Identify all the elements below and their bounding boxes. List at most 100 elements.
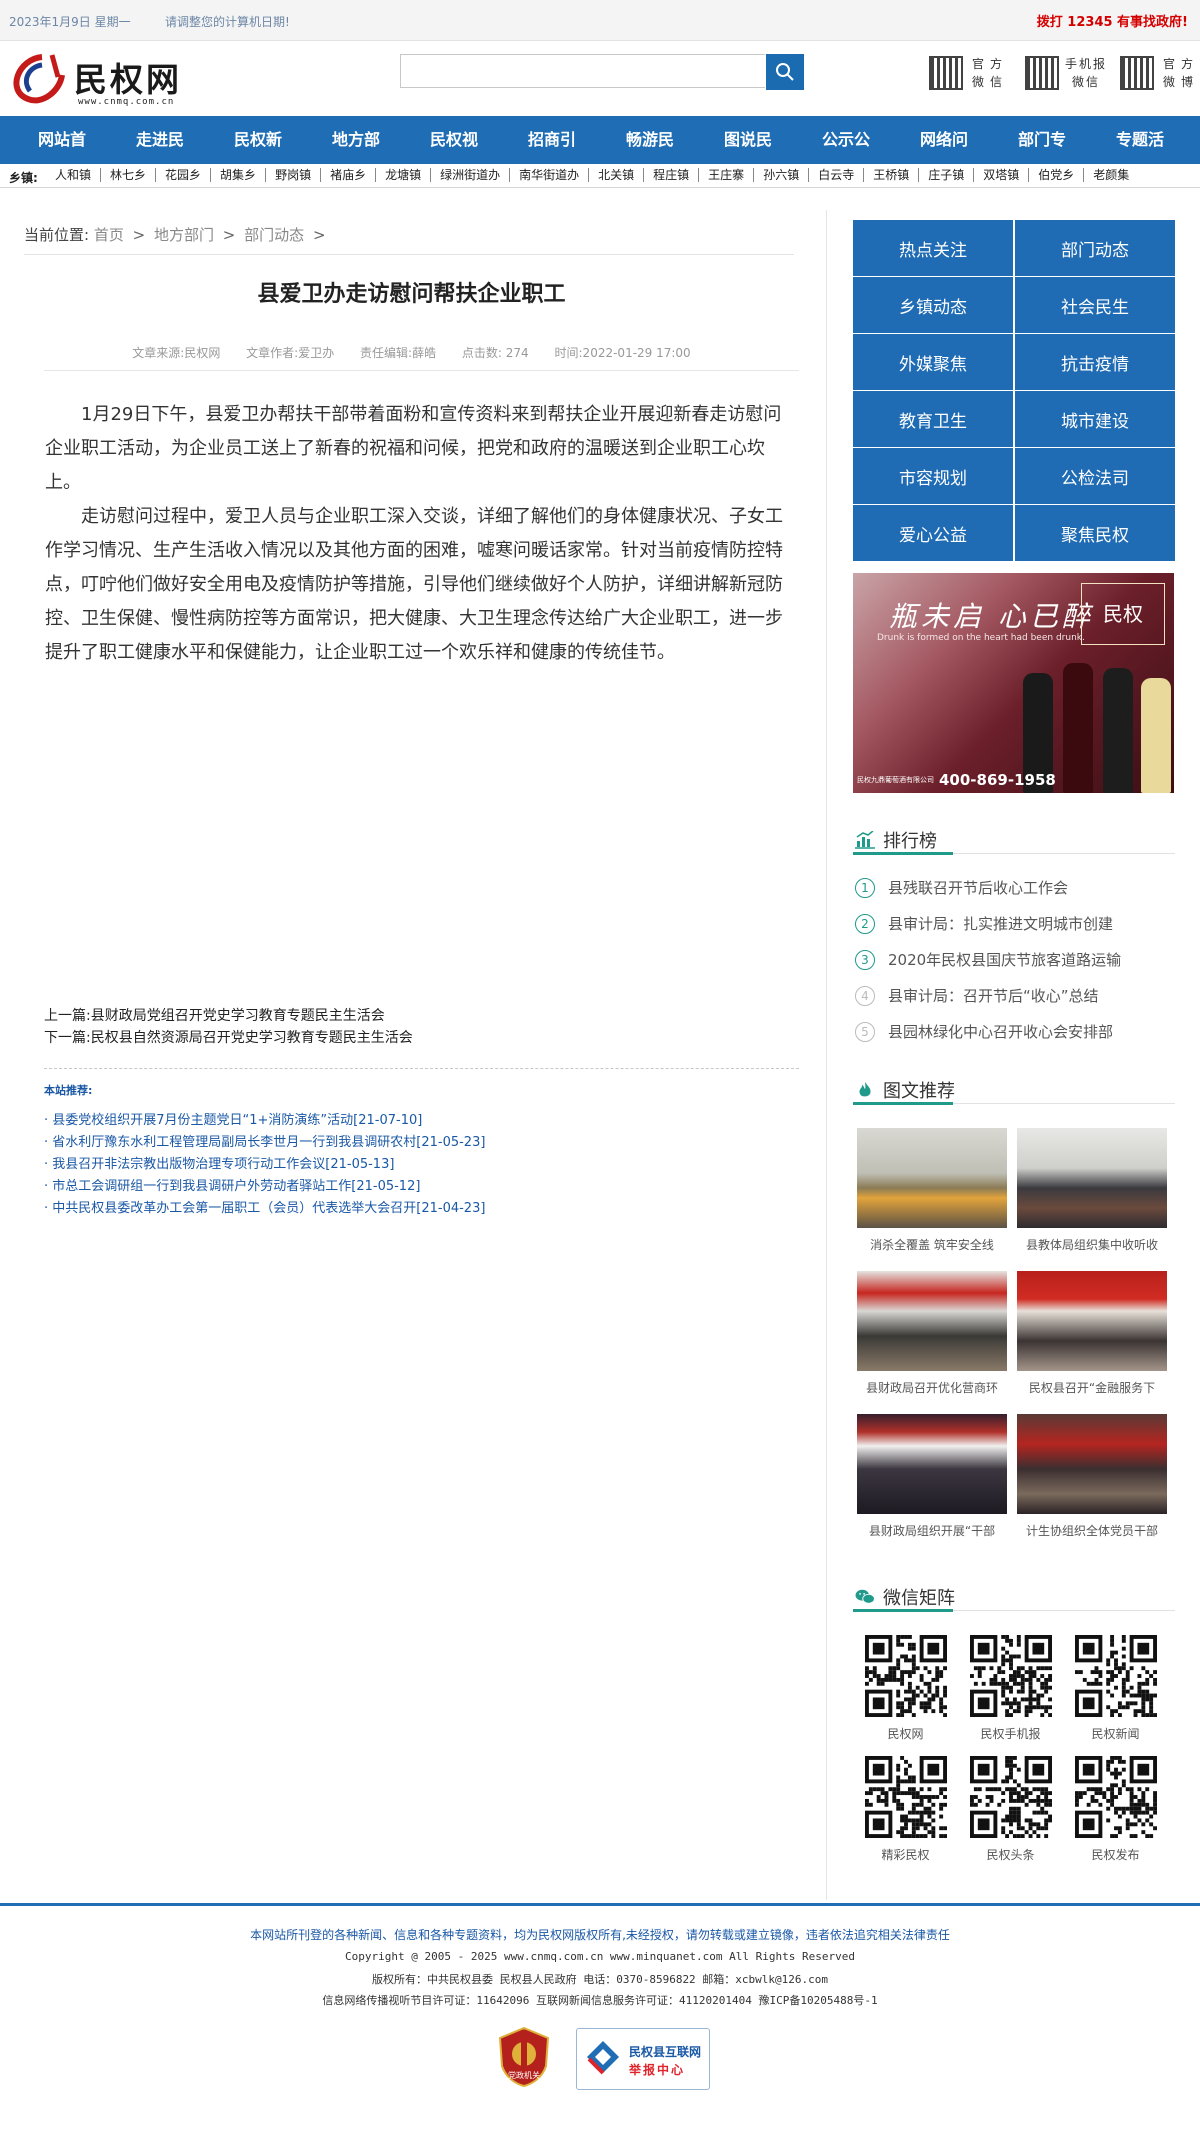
logo-text: 民权网 [74,60,182,99]
official-weibo-link[interactable]: 官方微博 [1120,54,1200,94]
photo-card[interactable]: 民权县召开“金融服务下 [1017,1271,1167,1396]
party-gov-badge[interactable]: 党政机关 [496,2026,552,2088]
next-article[interactable]: 下一篇:民权县自然资源局召开党史学习教育专题民主生活会 [44,1027,799,1049]
breadcrumb-dept-news[interactable]: 部门动态 [244,226,304,244]
town-link[interactable]: 王桥镇 [864,168,920,182]
wechat-account[interactable]: 民权发布 [1063,1756,1168,1863]
rank-item[interactable]: 2 县审计局：扎实推进文明城市创建 [853,906,1175,942]
rank-item[interactable]: 3 2020年民权县国庆节旅客道路运输 [853,942,1175,978]
prev-article-title[interactable]: 县财政局党组召开党史学习教育专题民主生活会 [91,1008,385,1024]
category-dept-news[interactable]: 部门动态 [1015,220,1175,276]
category-city-building[interactable]: 城市建设 [1015,391,1175,447]
category-focus[interactable]: 聚焦民权 [1015,505,1175,561]
wine-ad-banner[interactable]: 瓶未启 心已醉 Drunk is formed on the heart had… [853,573,1174,793]
nav-item-travel[interactable]: 畅游民权 [612,116,703,197]
wechat-account[interactable]: 民权网 [853,1635,958,1742]
rank-item[interactable]: 5 县园林绿化中心召开收心会安排部 [853,1014,1175,1050]
town-link[interactable]: 南华街道办 [510,168,590,182]
nav-item-home[interactable]: 网站首页 [24,116,115,197]
rank-text: 县园林绿化中心召开收心会安排部 [888,1023,1114,1041]
report-center-badge[interactable]: 民权县互联网 举报中心 [576,2028,710,2090]
photo-card[interactable]: 消杀全覆盖 筑牢安全线 [857,1128,1007,1253]
nav-item-photos[interactable]: 图说民权 [710,116,801,197]
rank-item[interactable]: 1 县残联召开节后收心工作会 [853,870,1175,906]
town-link[interactable]: 庄子镇 [919,168,975,182]
town-link[interactable]: 林七乡 [101,168,157,182]
category-city-planning[interactable]: 市容规划 [853,448,1013,504]
category-foreign-media[interactable]: 外媒聚焦 [853,334,1013,390]
breadcrumb-sep: > [222,226,236,244]
nav-item-inquiry[interactable]: 网络问政 [906,116,997,197]
town-link[interactable]: 孙六镇 [754,168,810,182]
wechat-account[interactable]: 民权头条 [958,1756,1063,1863]
recommend-link[interactable]: · 中共民权县委改革办工会第一届职工（会员）代表选举大会召开[21-04-23] [44,1198,804,1220]
recommend-link[interactable]: · 我县召开非法宗教出版物治理专项行动工作会议[21-05-13] [44,1154,804,1176]
photo-thumbnail [857,1271,1007,1371]
nav-item-topics[interactable]: 专题活动 [1102,116,1193,197]
recommend-link[interactable]: · 县委党校组织开展7月份主题党日“1+消防演练”活动[21-07-10] [44,1110,804,1132]
photo-card[interactable]: 县财政局组织开展“干部 [857,1414,1007,1539]
rank-item[interactable]: 4 县审计局：召开节后“收心”总结 [853,978,1175,1014]
town-link[interactable]: 老颜集 [1084,168,1138,182]
category-hot[interactable]: 热点关注 [853,220,1013,276]
town-link[interactable]: 野岗镇 [266,168,322,182]
town-link[interactable]: 胡集乡 [211,168,267,182]
site-logo[interactable]: 民权网 www.cnmq.com.cn [8,51,208,109]
search-box [400,54,804,90]
breadcrumb-sep: > [132,226,146,244]
date-notice: 请调整您的计算机日期! [165,15,290,29]
prev-article[interactable]: 上一篇:县财政局党组召开党史学习教育专题民主生活会 [44,1005,799,1027]
town-link[interactable]: 伯党乡 [1029,168,1085,182]
photo-grid: 消杀全覆盖 筑牢安全线 县教体局组织集中收听收 县财政局召开优化营商环 民权县召… [853,1128,1179,1539]
breadcrumb: 当前位置: 首页 > 地方部门 > 部门动态 > [24,224,794,255]
breadcrumb-home[interactable]: 首页 [94,226,124,244]
town-link[interactable]: 绿洲街道办 [431,168,511,182]
nav-item-video[interactable]: 民权视频 [416,116,507,197]
search-input[interactable] [400,54,765,88]
town-link[interactable]: 人和镇 [46,168,102,182]
category-justice[interactable]: 公检法司 [1015,448,1175,504]
category-charity[interactable]: 爱心公益 [853,505,1013,561]
article-title: 县爱卫办走访慰问帮扶企业职工 [257,281,566,307]
category-education-health[interactable]: 教育卫生 [853,391,1013,447]
town-link[interactable]: 北关镇 [589,168,645,182]
recommend-link[interactable]: · 市总工会调研组一行到我县调研户外劳动者驿站工作[21-05-12] [44,1176,804,1198]
town-link[interactable]: 花园乡 [156,168,212,182]
category-livelihood[interactable]: 社会民生 [1015,277,1175,333]
recommend-link[interactable]: · 省水利厅豫东水利工程管理局副局长李世月一行到我县调研农村[21-05-23] [44,1132,804,1154]
photo-card[interactable]: 县财政局召开优化营商环 [857,1271,1007,1396]
town-link[interactable]: 龙塘镇 [376,168,432,182]
wechat-account[interactable]: 民权新闻 [1063,1635,1168,1742]
photo-card[interactable]: 县教体局组织集中收听收 [1017,1128,1167,1253]
photo-thumbnail [857,1128,1007,1228]
photo-card[interactable]: 计生协组织全体党员干部 [1017,1414,1167,1539]
nav-item-news[interactable]: 民权新闻 [220,116,311,197]
wechat-account[interactable]: 精彩民权 [853,1756,958,1863]
nav-item-departments[interactable]: 地方部门 [318,116,409,197]
wechat-account[interactable]: 民权手机报 [958,1635,1063,1742]
photo-header: 图文推荐 [853,1075,1175,1105]
category-epidemic[interactable]: 抗击疫情 [1015,334,1175,390]
breadcrumb-departments[interactable]: 地方部门 [154,226,214,244]
category-towns[interactable]: 乡镇动态 [853,277,1013,333]
next-article-title[interactable]: 民权县自然资源局召开党史学习教育专题民主生活会 [91,1030,413,1046]
town-link[interactable]: 白云寺 [809,168,865,182]
town-link[interactable]: 程庄镇 [644,168,700,182]
report-center-sub: 举报中心 [629,2063,686,2077]
nav-item-investment[interactable]: 招商引资 [514,116,605,197]
category-grid: 热点关注 部门动态 乡镇动态 社会民生 外媒聚焦 抗击疫情 教育卫生 城市建设 … [853,220,1175,562]
hotline-text[interactable]: 拨打 12345 有事找政府! [1037,11,1188,30]
nav-item-notices[interactable]: 公示公告 [808,116,899,197]
search-button[interactable] [766,54,804,90]
mobile-paper-wechat-link[interactable]: 手机报微信 [1025,54,1105,94]
flame-icon [859,1081,871,1097]
photo-thumbnail [1017,1414,1167,1514]
town-link[interactable]: 双塔镇 [974,168,1030,182]
nav-item-columns[interactable]: 部门专栏 [1004,116,1095,197]
town-link[interactable]: 王庄寨 [699,168,755,182]
divider [44,370,799,371]
nav-item-about[interactable]: 走进民权 [122,116,213,197]
wechat-account-name: 民权新闻 [1091,1727,1140,1741]
town-link[interactable]: 褚庙乡 [321,168,377,182]
wechat-official-link[interactable]: 官方微信 [929,54,1009,94]
